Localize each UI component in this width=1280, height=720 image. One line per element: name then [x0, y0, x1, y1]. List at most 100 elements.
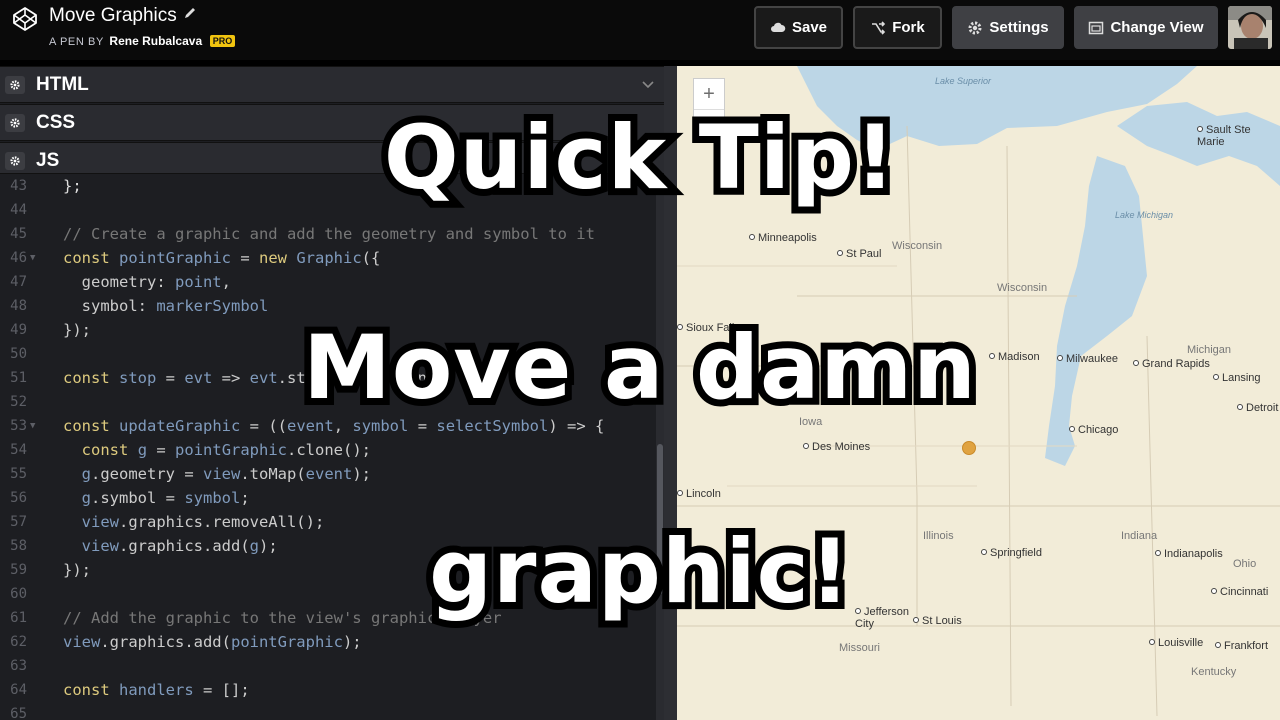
gear-icon	[10, 118, 20, 128]
city-label: Detroit	[1237, 402, 1278, 414]
change-view-label: Change View	[1110, 19, 1204, 36]
state-label: Wisconsin	[997, 282, 1048, 294]
save-button[interactable]: Save	[754, 6, 843, 49]
city-label: Indianapolis	[1155, 548, 1223, 560]
resize-splitter[interactable]	[664, 66, 677, 720]
code-line: 46 ▼ const pointGraphic = new Graphic({	[0, 246, 656, 270]
line-number: 44	[10, 202, 27, 218]
code-line: 56 g.symbol = symbol;	[0, 486, 656, 510]
zoom-in-button[interactable]: +	[694, 79, 724, 110]
code-text: const handlers = [];	[63, 681, 250, 699]
chevron-down-icon[interactable]	[642, 81, 654, 89]
line-number: 54	[10, 442, 27, 458]
line-number: 57	[10, 514, 27, 530]
fold-arrow-icon[interactable]: ▼	[30, 246, 35, 270]
save-label: Save	[791, 19, 828, 36]
fold-arrow-icon[interactable]: ▼	[30, 414, 35, 438]
code-text: symbol: markerSymbol	[63, 297, 269, 315]
code-line: 51 const stop = evt => evt.stopPropagatio…	[0, 366, 656, 390]
city-label: Louisville	[1149, 637, 1203, 649]
code-text: geometry: point,	[63, 273, 231, 291]
city-label: Madison	[989, 351, 1040, 363]
city-label: Cincinnati	[1211, 586, 1268, 598]
code-text: const pointGraphic = new Graphic({	[63, 249, 381, 267]
code-text: view.graphics.removeAll();	[81, 513, 325, 531]
code-text: const stop = evt => evt.stopPropagation(…	[63, 369, 455, 387]
map-view[interactable]: + − Lake Superior Lake Michigan Wisconsi…	[677, 66, 1280, 720]
city-label: Sault Ste Marie	[1197, 124, 1267, 148]
code-line: 53 ▼ const updateGraphic = ((event, symbol…	[0, 414, 656, 438]
fork-button[interactable]: Fork	[853, 6, 942, 49]
code-text: view.graphics.add(pointGraphic);	[63, 633, 362, 651]
line-number: 63	[10, 658, 27, 674]
settings-button[interactable]: Settings	[952, 6, 1064, 49]
zoom-out-button[interactable]: −	[694, 111, 724, 142]
line-number: 51	[10, 370, 27, 386]
app-header: Move Graphics A PEN BY Rene Rubalcava PR…	[0, 0, 1280, 60]
js-panel-header[interactable]: JS	[0, 142, 664, 174]
code-text: g.symbol = symbol;	[81, 489, 250, 507]
state-label: Iowa	[799, 416, 823, 428]
water-label: Lake Michigan	[1115, 210, 1174, 220]
js-code-area[interactable]: 43}; 44 45 // Create a graphic and add th…	[0, 174, 656, 720]
html-settings-button[interactable]	[5, 76, 25, 94]
city-label: Sioux Falls	[677, 322, 740, 334]
gear-icon	[10, 80, 20, 90]
css-settings-button[interactable]	[5, 114, 25, 132]
basemap	[677, 66, 1280, 720]
city-label: Jefferson City	[855, 606, 915, 630]
line-number: 61	[10, 610, 27, 626]
line-number: 48	[10, 298, 27, 314]
code-line: 43};	[0, 174, 656, 198]
avatar-image	[1228, 6, 1272, 49]
author-link[interactable]: Rene Rubalcava	[109, 34, 202, 48]
pen-author-line: A PEN BY Rene Rubalcava PRO	[49, 34, 236, 48]
code-text: };	[63, 174, 82, 198]
pro-badge: PRO	[209, 35, 236, 47]
scroll-thumb[interactable]	[657, 444, 663, 594]
html-panel-label: HTML	[36, 74, 89, 95]
line-number: 45	[10, 226, 27, 242]
line-number: 43	[10, 178, 27, 194]
city-label: Lincoln	[677, 488, 721, 500]
point-graphic-marker[interactable]	[962, 441, 976, 455]
city-label: Des Moines	[803, 441, 870, 453]
code-editor: HTML CSS JS 43}; 44 45 // Create a graphi…	[0, 66, 664, 720]
line-number: 50	[10, 346, 27, 362]
code-line: 50	[0, 342, 656, 366]
pencil-icon[interactable]	[183, 6, 197, 20]
codepen-logo-icon[interactable]	[12, 6, 38, 32]
code-line: 57 view.graphics.removeAll();	[0, 510, 656, 534]
line-number: 55	[10, 466, 27, 482]
code-line: 54 const g = pointGraphic.clone();	[0, 438, 656, 462]
editor-scrollbar[interactable]	[656, 174, 664, 720]
state-label: Kentucky	[1191, 666, 1237, 678]
city-label: Minneapolis	[749, 232, 817, 244]
code-line: 58 view.graphics.add(g);	[0, 534, 656, 558]
css-panel-label: CSS	[36, 112, 76, 133]
line-number: 46	[10, 250, 27, 266]
pen-title-text[interactable]: Move Graphics	[49, 5, 177, 26]
code-line: 44	[0, 198, 656, 222]
code-line: 48 symbol: markerSymbol	[0, 294, 656, 318]
js-settings-button[interactable]	[5, 152, 25, 170]
pen-title[interactable]: Move Graphics	[49, 5, 197, 27]
change-view-button[interactable]: Change View	[1074, 6, 1218, 49]
css-panel-header[interactable]: CSS	[0, 104, 664, 141]
code-line: 65	[0, 702, 656, 720]
code-comment: // Create a graphic and add the geometry…	[63, 225, 595, 243]
code-text: const updateGraphic = ((event, symbol = …	[63, 417, 605, 435]
line-number: 60	[10, 586, 27, 602]
code-text: const g = pointGraphic.clone();	[81, 441, 372, 459]
city-label: St Paul	[837, 248, 881, 260]
code-line: 52	[0, 390, 656, 414]
line-number: 49	[10, 322, 27, 338]
line-number: 58	[10, 538, 27, 554]
code-line: 45 // Create a graphic and add the geomet…	[0, 222, 656, 246]
fork-icon	[872, 20, 886, 35]
state-label: Indiana	[1121, 530, 1158, 542]
line-number: 53	[10, 418, 27, 434]
code-text: });	[63, 561, 91, 579]
html-panel-header[interactable]: HTML	[0, 66, 664, 103]
user-avatar[interactable]	[1228, 6, 1272, 49]
